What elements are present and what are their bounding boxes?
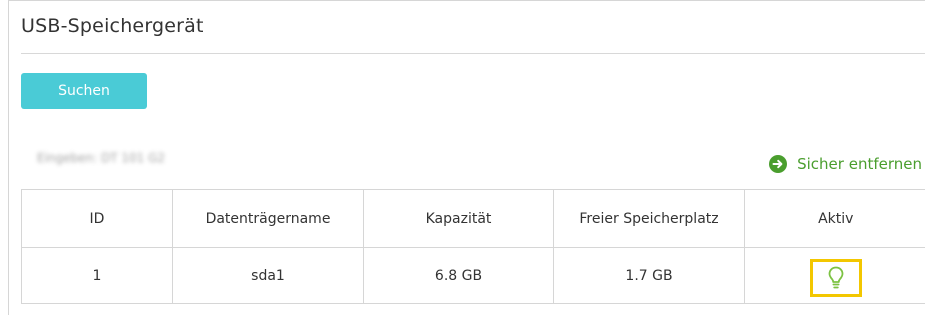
cell-free-space: 1.7 GB — [553, 247, 745, 304]
lightbulb-icon — [828, 266, 844, 288]
table-row: 1 sda1 6.8 GB 1.7 GB — [21, 247, 925, 304]
safe-remove-label: Sicher entfernen — [797, 155, 922, 173]
cell-active — [744, 247, 925, 304]
title-divider — [21, 53, 925, 54]
table-header-row: ID Datenträgername Kapazität Freier Spei… — [21, 189, 925, 248]
header-capacity: Kapazität — [363, 189, 554, 248]
arrow-right-circle-icon — [769, 155, 788, 173]
header-id: ID — [21, 189, 173, 248]
safe-remove-link[interactable]: Sicher entfernen — [769, 155, 922, 173]
cell-volume-name: sda1 — [172, 247, 364, 304]
header-active: Aktiv — [744, 189, 925, 248]
page-title: USB-Speichergerät — [21, 15, 204, 37]
header-volume-name: Datenträgername — [172, 189, 364, 248]
cell-id: 1 — [21, 247, 173, 304]
usb-storage-panel: USB-Speichergerät Suchen Eingeben: DT 10… — [8, 0, 925, 315]
cell-capacity: 6.8 GB — [363, 247, 554, 304]
active-toggle[interactable] — [809, 258, 862, 297]
usb-device-table: ID Datenträgername Kapazität Freier Spei… — [21, 189, 925, 304]
header-free-space: Freier Speicherplatz — [553, 189, 745, 248]
search-button[interactable]: Suchen — [21, 73, 147, 109]
device-info-text: Eingeben: DT 101 G2 — [37, 151, 166, 165]
